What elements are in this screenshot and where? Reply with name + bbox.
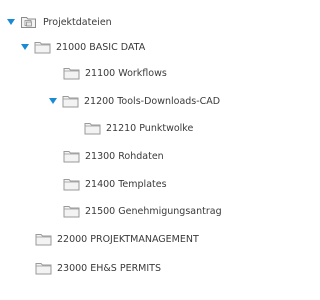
folder-icon (63, 178, 80, 190)
tree-item-21100-workflows[interactable]: 21100 Workflows (63, 61, 167, 85)
folder-icon (62, 95, 79, 107)
tree-item-23000-ehs-permits[interactable]: 23000 EH&S PERMITS (35, 256, 161, 280)
folder-icon (35, 262, 52, 274)
folder-icon (63, 150, 80, 162)
folder-icon (35, 233, 52, 245)
project-folder-icon (21, 17, 36, 28)
tree-item-label: 21200 Tools-Downloads-CAD (84, 95, 221, 107)
chevron-down-icon[interactable] (20, 42, 30, 52)
folder-icon (63, 67, 80, 79)
tree-item-21500-genehmigungsantrag[interactable]: 21500 Genehmigungsantrag (63, 199, 222, 223)
folder-icon (34, 41, 51, 53)
tree-item-label: 21300 Rohdaten (85, 150, 164, 162)
tree-item-label: 21100 Workflows (85, 67, 167, 79)
tree-item-label: 21000 BASIC DATA (56, 41, 146, 53)
tree-item-21400-templates[interactable]: 21400 Templates (63, 172, 167, 196)
chevron-down-icon[interactable] (48, 96, 58, 106)
tree-item-label: 21400 Templates (85, 178, 167, 190)
tree-item-projektdateien[interactable]: Projektdateien (6, 10, 112, 34)
tree-item-label: Projektdateien (43, 16, 112, 28)
tree-item-22000-projektmanagement[interactable]: 22000 PROJEKTMANAGEMENT (35, 227, 199, 251)
folder-tree: Projektdateien 21000 BASIC DATA 21100 Wo… (0, 0, 262, 300)
tree-item-label: 21500 Genehmigungsantrag (85, 205, 222, 217)
tree-item-label: 23000 EH&S PERMITS (57, 262, 162, 274)
folder-icon (84, 122, 101, 134)
tree-item-label: 21210 Punktwolke (106, 122, 194, 134)
tree-item-label: 22000 PROJEKTMANAGEMENT (57, 233, 199, 245)
folder-icon (63, 205, 80, 217)
tree-item-21210-punktwolke[interactable]: 21210 Punktwolke (84, 116, 193, 140)
tree-item-21000-basic-data[interactable]: 21000 BASIC DATA (20, 35, 145, 59)
tree-item-21300-rohdaten[interactable]: 21300 Rohdaten (63, 144, 164, 168)
tree-item-21200-tools-downloads-cad[interactable]: 21200 Tools-Downloads-CAD (48, 89, 220, 113)
chevron-down-icon[interactable] (6, 17, 16, 27)
